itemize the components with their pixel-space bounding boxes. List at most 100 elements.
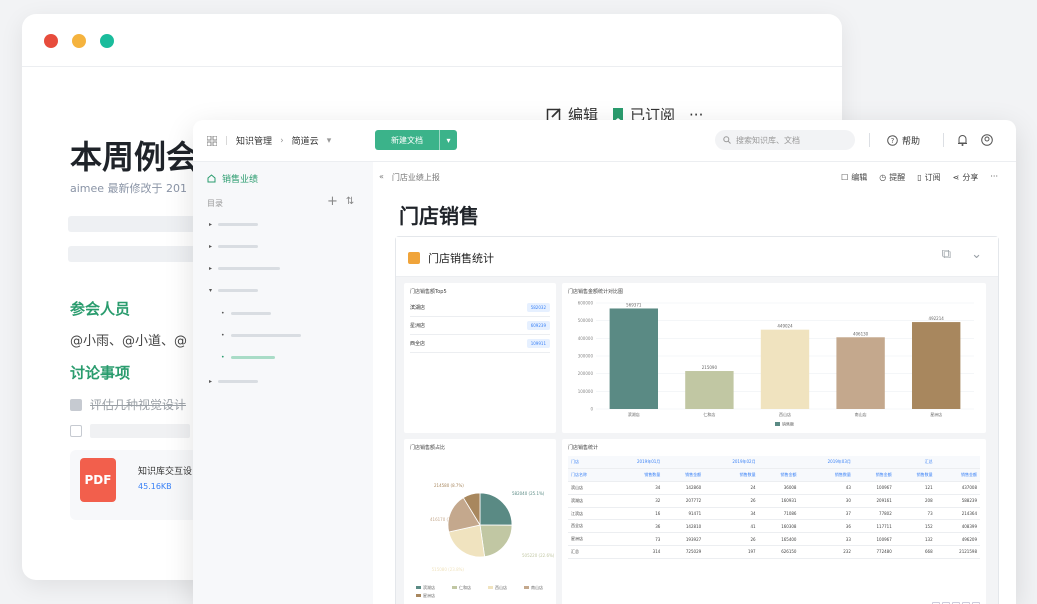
x-tick-label: 滨湖店 [628, 411, 640, 417]
report-icon [408, 252, 420, 264]
tree-item[interactable]: • [221, 332, 301, 339]
file-name: 知识库交互设 [138, 467, 193, 477]
edit-button[interactable]: ☐ 编辑 [841, 172, 867, 183]
data-label: 406130 [853, 331, 869, 336]
doc-title: 门店销售 [399, 204, 479, 228]
legend-swatch [452, 586, 457, 589]
maximize-dot[interactable] [100, 34, 114, 48]
chevron-down-icon[interactable]: ⌄ [971, 247, 982, 262]
checkbox[interactable] [70, 398, 82, 411]
data-label: 492214 [929, 316, 945, 321]
divider [22, 66, 842, 67]
table-row: 滨山店 34 142860 24 36008 43 100967 121 437008 [568, 481, 980, 495]
pie-callout: 582040 (25.1%) [512, 491, 545, 496]
table-cell: 232 [799, 545, 854, 559]
doc-breadcrumb-item[interactable]: 门店业绩上报 [392, 172, 440, 183]
search-placeholder: 搜索知识库、文档 [736, 135, 800, 145]
new-doc-button[interactable]: 新建文档 ▾ [375, 130, 457, 150]
table-row: 汇总 314 725029 197 626150 232 772480 668 2121598 [568, 545, 980, 559]
table-cell: 725029 [663, 545, 705, 559]
search-icon [723, 136, 731, 144]
store-value: 109911 [526, 339, 550, 348]
close-dot[interactable] [44, 34, 58, 48]
y-tick-label: 100000 [578, 389, 594, 394]
chevron-down-icon[interactable]: ▾ [327, 136, 332, 146]
bar [609, 308, 658, 409]
collapse-icon[interactable]: « [379, 172, 384, 183]
table-cell: 36 [799, 519, 854, 534]
table-cell: 滨山店 [568, 481, 609, 495]
breadcrumb-item[interactable]: 知识管理 [236, 134, 272, 147]
bell-icon[interactable] [957, 134, 968, 146]
knowledge-base-window: | 知识管理 › 简道云 ▾ 新建文档 ▾ 搜索知识库、文档 ? 帮助 销售业绩… [193, 120, 1016, 604]
table-cell: 门店名称 [568, 468, 609, 483]
legend-label: 南山店 [531, 584, 543, 590]
sidebar-title[interactable]: 销售业绩 [207, 172, 258, 185]
doc-actions: ☐ 编辑 ◷ 提醒 ▯ 订阅 ⋖ 分享 ··· [841, 172, 998, 183]
store-name: 星洲店 [410, 323, 426, 329]
sidebar-title-label: 销售业绩 [222, 175, 259, 185]
svg-text:?: ? [891, 137, 895, 145]
y-tick-label: 300000 [578, 354, 594, 359]
table-cell: 销售金额 [935, 468, 980, 483]
table-cell: 165400 [758, 532, 800, 547]
table-cell: 73 [894, 507, 936, 521]
grid-icon[interactable] [207, 135, 217, 146]
table-cell: 160308 [758, 519, 800, 534]
todo-item: 评估几种视觉设计 [70, 396, 186, 413]
help-icon: ? [887, 135, 898, 146]
tree-item-active[interactable]: • [221, 354, 275, 361]
tree-item[interactable]: ▸ [209, 378, 259, 385]
tree-item[interactable]: ▸ [209, 221, 259, 228]
more-button[interactable]: ··· [990, 172, 998, 183]
tree-item[interactable]: • [221, 310, 271, 317]
x-tick-label: 星洲店 [930, 411, 942, 417]
panel-header: 门店销售统计 ⧉ ⌄ [396, 237, 998, 277]
table-cell: 26 [704, 532, 759, 547]
caret-icon: ▸ [209, 378, 213, 385]
tree-item[interactable]: ▸ [209, 265, 281, 272]
table-cell: 588239 [935, 494, 980, 508]
add-icon[interactable]: + [327, 194, 338, 209]
table-cell: 汇总 [894, 456, 936, 470]
bar [685, 371, 734, 409]
pie-callout: 505220 (22.6%) [522, 553, 555, 558]
page-title: 本周例会 [70, 138, 199, 176]
external-link-icon[interactable]: ⧉ [942, 247, 951, 262]
top-bar: | 知识管理 › 简道云 ▾ 新建文档 ▾ 搜索知识库、文档 ? 帮助 [193, 120, 1016, 162]
table-cell: 208 [894, 494, 936, 508]
caret-icon: ▸ [209, 221, 213, 228]
divider [943, 133, 944, 147]
table-cell: 496209 [935, 532, 980, 547]
doc-breadcrumb: « 门店业绩上报 [379, 172, 440, 183]
help-button[interactable]: ? 帮助 [887, 134, 920, 147]
chevron-down-icon[interactable]: ▾ [439, 130, 457, 150]
data-label: 569371 [626, 302, 642, 307]
todo-item [70, 424, 190, 438]
breadcrumb-item[interactable]: 简道云 [292, 134, 319, 147]
remind-button[interactable]: ◷ 提醒 [879, 172, 905, 183]
legend-label: 销售额 [782, 421, 794, 427]
new-doc-label: 新建文档 [391, 135, 423, 145]
user-icon[interactable] [981, 134, 993, 146]
tree-item[interactable]: ▸ [209, 243, 259, 250]
table-cell: 24 [704, 481, 759, 495]
subscribe-button[interactable]: ▯ 订阅 [917, 172, 940, 183]
table-cell: 32 [608, 494, 664, 508]
table-cell: 100967 [853, 481, 895, 495]
panel-title-label: 门店销售统计 [428, 252, 494, 265]
table-cell: 772480 [853, 545, 895, 559]
sales-table: 门店 2019年01月 2019年02月 2019年03月 汇总 门店名称 销售数量 销售金额… [568, 456, 980, 559]
sidebar-tools: + ⇅ [327, 194, 354, 209]
sort-icon[interactable]: ⇅ [346, 194, 354, 209]
minimize-dot[interactable] [72, 34, 86, 48]
search-input[interactable]: 搜索知识库、文档 [715, 130, 855, 150]
table-cell: 26 [704, 494, 759, 508]
tree-item[interactable]: ▾ [209, 287, 259, 294]
table-cell: 销售数量 [799, 468, 854, 483]
checkbox[interactable] [70, 425, 82, 437]
table-cell: 2019年03月 [799, 456, 854, 470]
table-cell: 408399 [935, 519, 980, 534]
table-cell: 197 [704, 545, 759, 559]
share-button[interactable]: ⋖ 分享 [953, 172, 979, 183]
